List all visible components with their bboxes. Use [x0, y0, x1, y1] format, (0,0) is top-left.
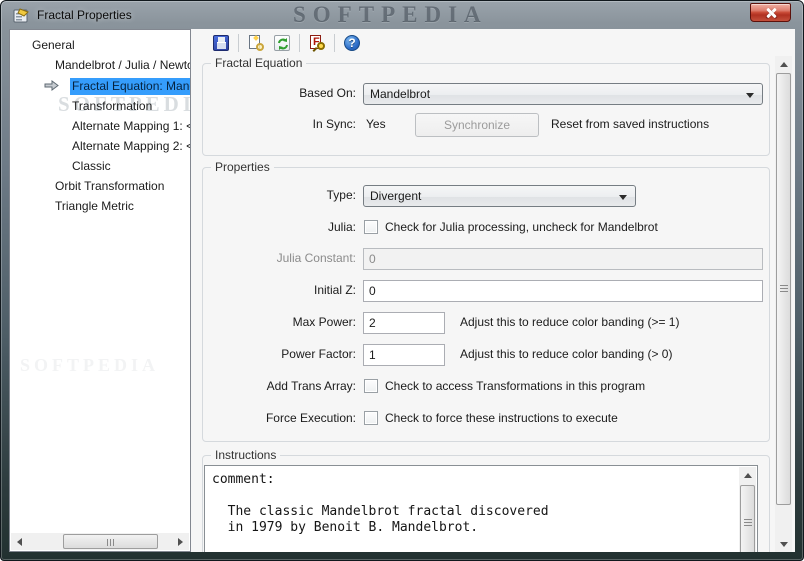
- refresh-icon: [274, 34, 290, 51]
- tree-item-alternate-mapping-1[interactable]: Alternate Mapping 1: <N: [72, 118, 190, 135]
- scrollbar-grip: [106, 539, 115, 546]
- help-button[interactable]: [341, 32, 363, 54]
- scrollbar-thumb[interactable]: [776, 73, 791, 505]
- julia-constant-input[interactable]: [363, 248, 763, 270]
- toolbar: F: [194, 29, 795, 56]
- tree-horizontal-scrollbar[interactable]: [11, 533, 189, 550]
- add-trans-array-label: Add Trans Array:: [266, 379, 356, 393]
- add-trans-array-note: Check to access Transformations in this …: [385, 379, 646, 393]
- titlebar: Fractal Properties SOFTPEDIA: [1, 1, 803, 29]
- watermark: SOFTPEDIA: [20, 355, 160, 375]
- scroll-right-button[interactable]: [172, 533, 189, 550]
- based-on-value: Mandelbrot: [370, 87, 431, 101]
- tree-item-triangle-metric[interactable]: Triangle Metric: [55, 198, 134, 215]
- force-execution-label: Force Execution:: [265, 411, 356, 425]
- scrollbar-grip: [780, 285, 788, 293]
- power-factor-label: Power Factor:: [281, 347, 356, 361]
- tree-item-alternate-mapping-2[interactable]: Alternate Mapping 2: <N: [72, 138, 190, 155]
- scroll-left-button[interactable]: [11, 533, 28, 550]
- max-power-note: Adjust this to reduce color banding (>= …: [460, 315, 680, 329]
- force-execution-note: Check to force these instructions to exe…: [385, 411, 618, 425]
- down-arrow-icon: [780, 542, 788, 547]
- watermark: SOFTPEDIA: [293, 2, 488, 27]
- tree-item-mandelbrot-julia-newton[interactable]: Mandelbrot / Julia / Newton: [55, 57, 190, 74]
- initial-z-input[interactable]: [363, 280, 763, 302]
- app-icon: [13, 8, 29, 23]
- max-power-label: Max Power:: [292, 315, 356, 329]
- power-factor-input[interactable]: [363, 344, 445, 366]
- refresh-button[interactable]: [271, 32, 293, 54]
- chevron-down-icon: [746, 93, 754, 98]
- properties-group: Properties: [202, 160, 770, 442]
- find-fractal-icon: F: [309, 34, 325, 52]
- help-icon: [344, 34, 360, 51]
- power-factor-note: Adjust this to reduce color banding (> 0…: [460, 347, 673, 361]
- scroll-up-button[interactable]: [739, 467, 756, 484]
- fractal-properties-window: Fractal Properties SOFTPEDIA SOFTPEDIA™ …: [0, 0, 804, 561]
- find-fractal-button[interactable]: F: [306, 32, 328, 54]
- export-preview-button[interactable]: [245, 32, 267, 54]
- add-trans-array-checkbox[interactable]: [364, 379, 378, 393]
- left-arrow-icon: [17, 538, 22, 546]
- tree-item-fractal-equation[interactable]: Fractal Equation: Mandel: [70, 78, 190, 95]
- category-tree: SOFTPEDIA™ SOFTPEDIA General Mandelbrot …: [9, 29, 191, 552]
- tree-item-classic[interactable]: Classic: [72, 158, 111, 175]
- up-arrow-icon: [780, 62, 788, 67]
- window-body: SOFTPEDIA™ SOFTPEDIA General Mandelbrot …: [9, 29, 795, 552]
- toolbar-separator: [334, 33, 335, 52]
- reset-note: Reset from saved instructions: [551, 117, 710, 131]
- type-label: Type:: [326, 188, 356, 202]
- close-button[interactable]: [750, 3, 791, 22]
- scrollbar-thumb[interactable]: [63, 534, 158, 549]
- toolbar-separator: [238, 33, 239, 52]
- scroll-up-button[interactable]: [775, 56, 792, 73]
- up-arrow-icon: [744, 473, 752, 478]
- julia-note: Check for Julia processing, uncheck for …: [385, 220, 658, 234]
- group-legend: Fractal Equation: [211, 56, 307, 70]
- tree-item-transformation[interactable]: Transformation: [72, 98, 152, 115]
- in-sync-label: In Sync:: [312, 117, 356, 131]
- type-value: Divergent: [370, 189, 422, 203]
- group-legend: Properties: [211, 160, 274, 174]
- instructions-textarea[interactable]: comment: The classic Mandelbrot fractal …: [204, 465, 758, 552]
- right-arrow-icon: [178, 538, 183, 546]
- main-vertical-scrollbar[interactable]: [775, 56, 792, 552]
- force-execution-checkbox[interactable]: [364, 411, 378, 425]
- initial-z-label: Initial Z:: [313, 283, 356, 297]
- tree-item-orbit-transformation[interactable]: Orbit Transformation: [55, 178, 164, 195]
- type-select[interactable]: Divergent: [363, 185, 636, 207]
- save-button[interactable]: [210, 32, 232, 54]
- instructions-scrollbar[interactable]: [739, 467, 756, 552]
- selected-item-arrow-icon: [44, 80, 59, 91]
- save-icon: [213, 34, 229, 51]
- group-legend: Instructions: [211, 448, 281, 462]
- scrollbar-thumb[interactable]: [740, 485, 755, 552]
- scroll-down-button[interactable]: [775, 535, 792, 552]
- based-on-select[interactable]: Mandelbrot: [363, 83, 763, 105]
- toolbar-separator: [299, 33, 300, 52]
- in-sync-value: Yes: [366, 117, 386, 131]
- close-icon: [766, 8, 776, 18]
- main-panel: F Fractal Equation Based On: Mandelbrot …: [194, 29, 795, 552]
- instructions-text: comment: The classic Mandelbrot fractal …: [212, 472, 549, 535]
- tree-item-general[interactable]: General: [32, 37, 75, 54]
- julia-checkbox[interactable]: [364, 220, 378, 234]
- fractal-equation-group: Fractal Equation: [202, 56, 770, 156]
- window-title: Fractal Properties: [37, 8, 132, 22]
- based-on-label: Based On:: [299, 86, 356, 100]
- synchronize-button[interactable]: Synchronize: [415, 113, 539, 137]
- scrollbar-grip: [744, 518, 752, 527]
- document-magnifier-icon: [248, 34, 264, 51]
- synchronize-button-label: Synchronize: [443, 118, 511, 132]
- julia-constant-label: Julia Constant:: [276, 251, 356, 265]
- chevron-down-icon: [619, 195, 627, 200]
- max-power-input[interactable]: [363, 312, 445, 334]
- julia-label: Julia:: [327, 220, 356, 234]
